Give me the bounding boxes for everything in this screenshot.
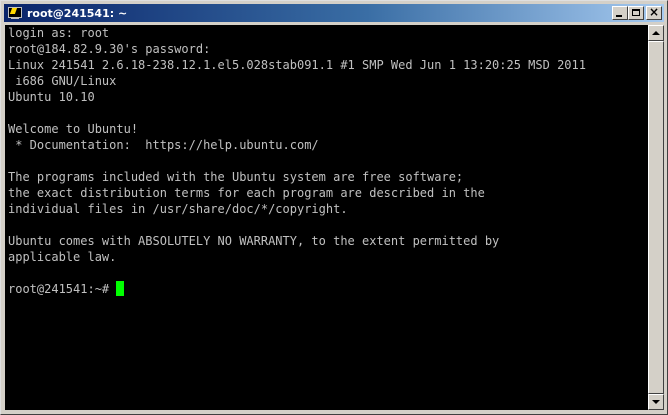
close-icon: × [648, 5, 660, 19]
terminal-line: Linux 241541 2.6.18-238.12.1.el5.028stab… [8, 58, 586, 72]
terminal-output[interactable]: login as: root root@184.82.9.30's passwo… [5, 25, 648, 410]
terminal-line: Ubuntu comes with ABSOLUTELY NO WARRANTY… [8, 234, 500, 248]
text-cursor [116, 281, 125, 296]
vertical-scrollbar[interactable] [648, 25, 664, 410]
terminal-lines: login as: root root@184.82.9.30's passwo… [8, 25, 586, 297]
window-controls: × [612, 5, 662, 20]
terminal-line: Ubuntu 10.10 [8, 90, 95, 104]
close-button[interactable]: × [646, 5, 662, 20]
minimize-icon [616, 15, 622, 17]
terminal-line: Welcome to Ubuntu! [8, 122, 139, 136]
terminal-line: applicable law. [8, 250, 117, 264]
terminal-line: root@184.82.9.30's password: [8, 42, 211, 56]
scroll-up-button[interactable] [648, 25, 664, 41]
terminal-line: individual files in /usr/share/doc/*/cop… [8, 202, 348, 216]
putty-terminal-icon[interactable] [7, 6, 23, 20]
terminal-line: login as: root [8, 26, 110, 40]
shell-prompt: root@241541:~# [8, 282, 110, 296]
terminal-line: * Documentation: https://help.ubuntu.com… [8, 138, 319, 152]
terminal-line: i686 GNU/Linux [8, 74, 117, 88]
terminal-line: The programs included with the Ubuntu sy… [8, 170, 464, 184]
title-bar[interactable]: root@241541: ~ × [4, 4, 664, 22]
maximize-button[interactable] [628, 6, 644, 20]
window-title: root@241541: ~ [27, 6, 128, 20]
scrollbar-thumb[interactable] [648, 41, 664, 394]
arrow-down-icon [652, 400, 660, 404]
scroll-down-button[interactable] [648, 394, 664, 410]
arrow-up-icon [652, 31, 660, 35]
prompt-line[interactable]: root@241541:~# [8, 281, 586, 297]
maximize-icon [632, 9, 640, 16]
minimize-button[interactable] [612, 6, 628, 20]
terminal-line: the exact distribution terms for each pr… [8, 186, 485, 200]
terminal-window: root@241541: ~ × login as: root root@184… [0, 0, 668, 415]
